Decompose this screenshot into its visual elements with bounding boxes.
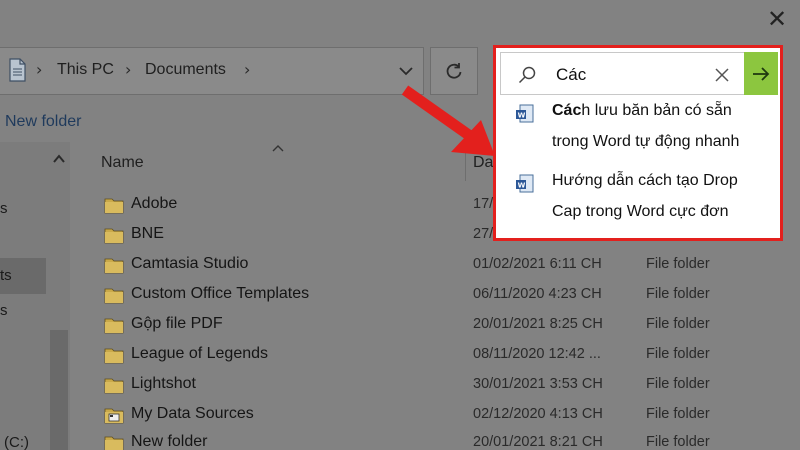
nav-item-label[interactable]: s: [0, 302, 8, 319]
file-name: Adobe: [131, 195, 178, 212]
file-date-modified: 20/01/2021 8:25 CH: [473, 316, 603, 332]
file-date-modified: 17/: [473, 196, 494, 212]
svg-text:W: W: [518, 112, 526, 120]
file-type: File folder: [646, 256, 710, 272]
file-type: File folder: [646, 376, 710, 392]
file-row[interactable]: My Data Sources 02/12/2020 4:13 CH File fo…: [100, 400, 790, 430]
new-folder-button[interactable]: New folder: [5, 113, 81, 131]
file-row[interactable]: Lightshot 30/01/2021 3:53 CH File folder: [100, 370, 790, 400]
refresh-icon: [446, 63, 462, 79]
file-date-modified: 27/: [473, 226, 494, 242]
arrow-right-icon: [753, 66, 770, 81]
svg-text:W: W: [518, 182, 526, 190]
file-name: Custom Office Templates: [131, 285, 310, 302]
file-date-modified: 02/12/2020 4:13 CH: [473, 406, 603, 422]
search-icon: [518, 66, 536, 84]
suggestion-title-line1: Hướng dẫn cách tạo Drop: [552, 172, 738, 189]
file-type: File folder: [646, 434, 710, 450]
file-name: League of Legends: [131, 345, 269, 362]
file-name: Lightshot: [131, 375, 196, 392]
suggestion-title-line2: Cap trong Word cực đơn: [552, 203, 729, 220]
breadcrumb-separator-icon[interactable]: ›: [244, 60, 250, 79]
file-date-modified: 20/01/2021 8:21 CH: [473, 434, 603, 450]
search-go-button[interactable]: [744, 52, 778, 95]
file-type: File folder: [646, 286, 710, 302]
file-date-modified: 30/01/2021 3:53 CH: [473, 376, 603, 392]
file-name: Gộp file PDF: [131, 315, 223, 332]
file-name: New folder: [131, 433, 208, 450]
search-suggestion-item[interactable]: W Cách lưu băn bản có sẵn trong Word tự …: [502, 98, 774, 162]
file-date-modified: 06/11/2020 4:23 CH: [473, 286, 602, 302]
file-type: File folder: [646, 316, 710, 332]
search-suggestion-item[interactable]: W Hướng dẫn cách tạo Drop Cap trong Word…: [502, 168, 774, 232]
folder-icon: [104, 348, 124, 364]
word-document-icon: W: [516, 104, 534, 123]
annotation-arrow-icon: [401, 85, 495, 156]
data-sources-icon: [104, 408, 124, 424]
suggestion-title-line1: Cách lưu băn bản có sẵn: [552, 102, 732, 119]
nav-item-label[interactable]: ts: [0, 267, 12, 284]
folder-icon: [104, 258, 124, 274]
search-input[interactable]: [556, 63, 706, 87]
breadcrumb-documents[interactable]: Documents: [145, 61, 226, 79]
window-close-icon[interactable]: ✕: [764, 6, 790, 32]
file-date-modified: 08/11/2020 12:42 ...: [473, 346, 601, 362]
nav-scrollbar[interactable]: [50, 330, 68, 450]
nav-item-label[interactable]: s: [0, 200, 8, 217]
word-document-icon: W: [516, 174, 534, 193]
file-name: My Data Sources: [131, 405, 254, 422]
folder-icon: [104, 436, 124, 450]
clear-search-icon[interactable]: [711, 64, 733, 86]
folder-icon: [104, 378, 124, 394]
document-icon: [9, 58, 26, 82]
chevron-up-icon[interactable]: [50, 150, 68, 168]
search-box[interactable]: [500, 52, 778, 95]
suggestion-title-line2: trong Word tự động nhanh: [552, 133, 740, 150]
file-name: Camtasia Studio: [131, 255, 249, 272]
file-row[interactable]: New folder 20/01/2021 8:21 CH File folder: [100, 428, 790, 450]
breadcrumb-separator-icon[interactable]: ›: [36, 60, 42, 79]
file-row[interactable]: Camtasia Studio 01/02/2021 6:11 CH File fo…: [100, 250, 790, 280]
file-row[interactable]: Custom Office Templates 06/11/2020 4:23 C…: [100, 280, 790, 310]
file-type: File folder: [646, 406, 710, 422]
address-bar[interactable]: › This PC › Documents ›: [0, 47, 424, 95]
breadcrumb-separator-icon[interactable]: ›: [125, 60, 131, 79]
search-suggestions-panel: W Cách lưu băn bản có sẵn trong Word tự …: [493, 45, 783, 241]
folder-icon: [104, 318, 124, 334]
breadcrumb-this-pc[interactable]: This PC: [57, 61, 114, 79]
file-row[interactable]: League of Legends 08/11/2020 12:42 ... Fil…: [100, 340, 790, 370]
nav-item-label[interactable]: (C:): [4, 434, 29, 450]
chevron-down-icon[interactable]: [396, 61, 416, 81]
file-date-modified: 01/02/2021 6:11 CH: [473, 256, 602, 272]
file-row[interactable]: Gộp file PDF 20/01/2021 8:25 CH File folde…: [100, 310, 790, 340]
sort-ascending-icon: [272, 145, 284, 152]
folder-icon: [104, 228, 124, 244]
folder-icon: [104, 288, 124, 304]
file-name: BNE: [131, 225, 164, 242]
folder-icon: [104, 198, 124, 214]
file-type: File folder: [646, 346, 710, 362]
column-header-name[interactable]: Name: [101, 154, 144, 172]
